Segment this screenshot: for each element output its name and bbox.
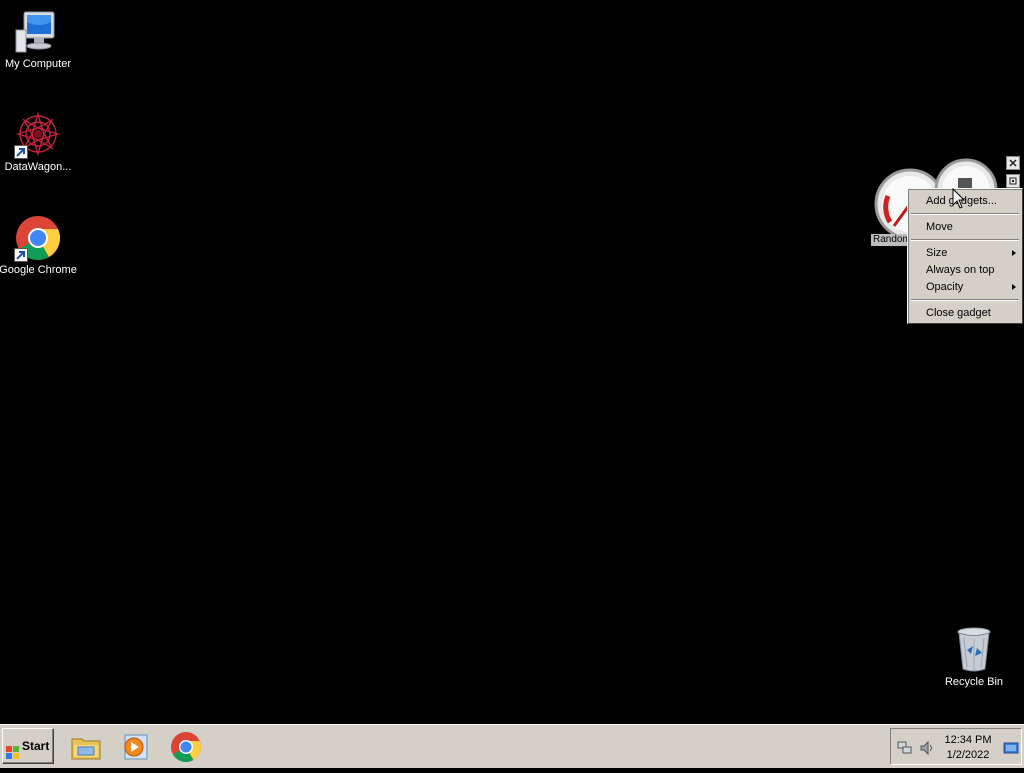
shortcut-arrow-icon <box>14 248 28 262</box>
network-icon[interactable] <box>897 740 913 756</box>
menu-separator <box>911 239 1019 241</box>
chrome-desktop-icon[interactable]: Google Chrome <box>0 214 80 277</box>
submenu-arrow-icon <box>1012 250 1016 256</box>
desktop: My Computer DataWagon... Google Chrome R… <box>0 0 1024 724</box>
start-label: Start <box>22 739 50 753</box>
my-computer-desktop-icon[interactable]: My Computer <box>0 8 80 71</box>
chrome-icon <box>14 214 62 262</box>
menu-item-label: Move <box>926 221 953 233</box>
my-computer-label: My Computer <box>4 58 72 70</box>
windows-logo-icon <box>6 739 20 759</box>
clock-date[interactable]: 1/2/2022 <box>937 749 999 761</box>
taskbar: Start 12:34 PM 1/2/2022 <box>0 724 1024 768</box>
menu-item-move[interactable]: Move <box>910 219 1020 236</box>
gadget-close-icon[interactable] <box>1006 156 1020 170</box>
datawagon-desktop-icon[interactable]: DataWagon... <box>0 111 80 174</box>
recycle-bin-desktop-icon[interactable]: Recycle Bin <box>932 626 1016 689</box>
media-player-icon[interactable] <box>119 731 151 763</box>
datawagon-icon <box>14 111 62 159</box>
menu-item-label: Always on top <box>926 264 995 276</box>
menu-item-size[interactable]: Size <box>910 245 1020 262</box>
chrome-icon[interactable] <box>170 731 202 763</box>
volume-icon[interactable] <box>919 740 935 756</box>
menu-item-label: Size <box>926 247 948 259</box>
menu-item-close-gadget[interactable]: Close gadget <box>910 305 1020 322</box>
shortcut-arrow-icon <box>14 145 28 159</box>
menu-separator <box>911 213 1019 215</box>
menu-separator <box>911 299 1019 301</box>
menu-item-always-on-top[interactable]: Always on top <box>910 262 1020 279</box>
file-explorer-icon[interactable] <box>70 731 102 763</box>
start-button[interactable]: Start <box>2 728 54 764</box>
computer-icon <box>14 8 62 56</box>
recycle-bin-label: Recycle Bin <box>944 676 1004 688</box>
gadget-options-icon[interactable] <box>1006 174 1020 188</box>
menu-item-opacity[interactable]: Opacity <box>910 279 1020 296</box>
datawagon-label: DataWagon... <box>4 161 72 173</box>
menu-item-label: Close gadget <box>926 307 991 319</box>
system-tray: 12:34 PM 1/2/2022 <box>890 728 1022 765</box>
show-desktop-icon[interactable] <box>1003 740 1019 756</box>
submenu-arrow-icon <box>1012 284 1016 290</box>
clock-time[interactable]: 12:34 PM <box>937 734 999 746</box>
recycle-bin-icon <box>950 626 998 674</box>
mouse-cursor-icon <box>952 187 966 210</box>
chrome-label: Google Chrome <box>0 264 77 276</box>
menu-item-label: Opacity <box>926 281 964 293</box>
